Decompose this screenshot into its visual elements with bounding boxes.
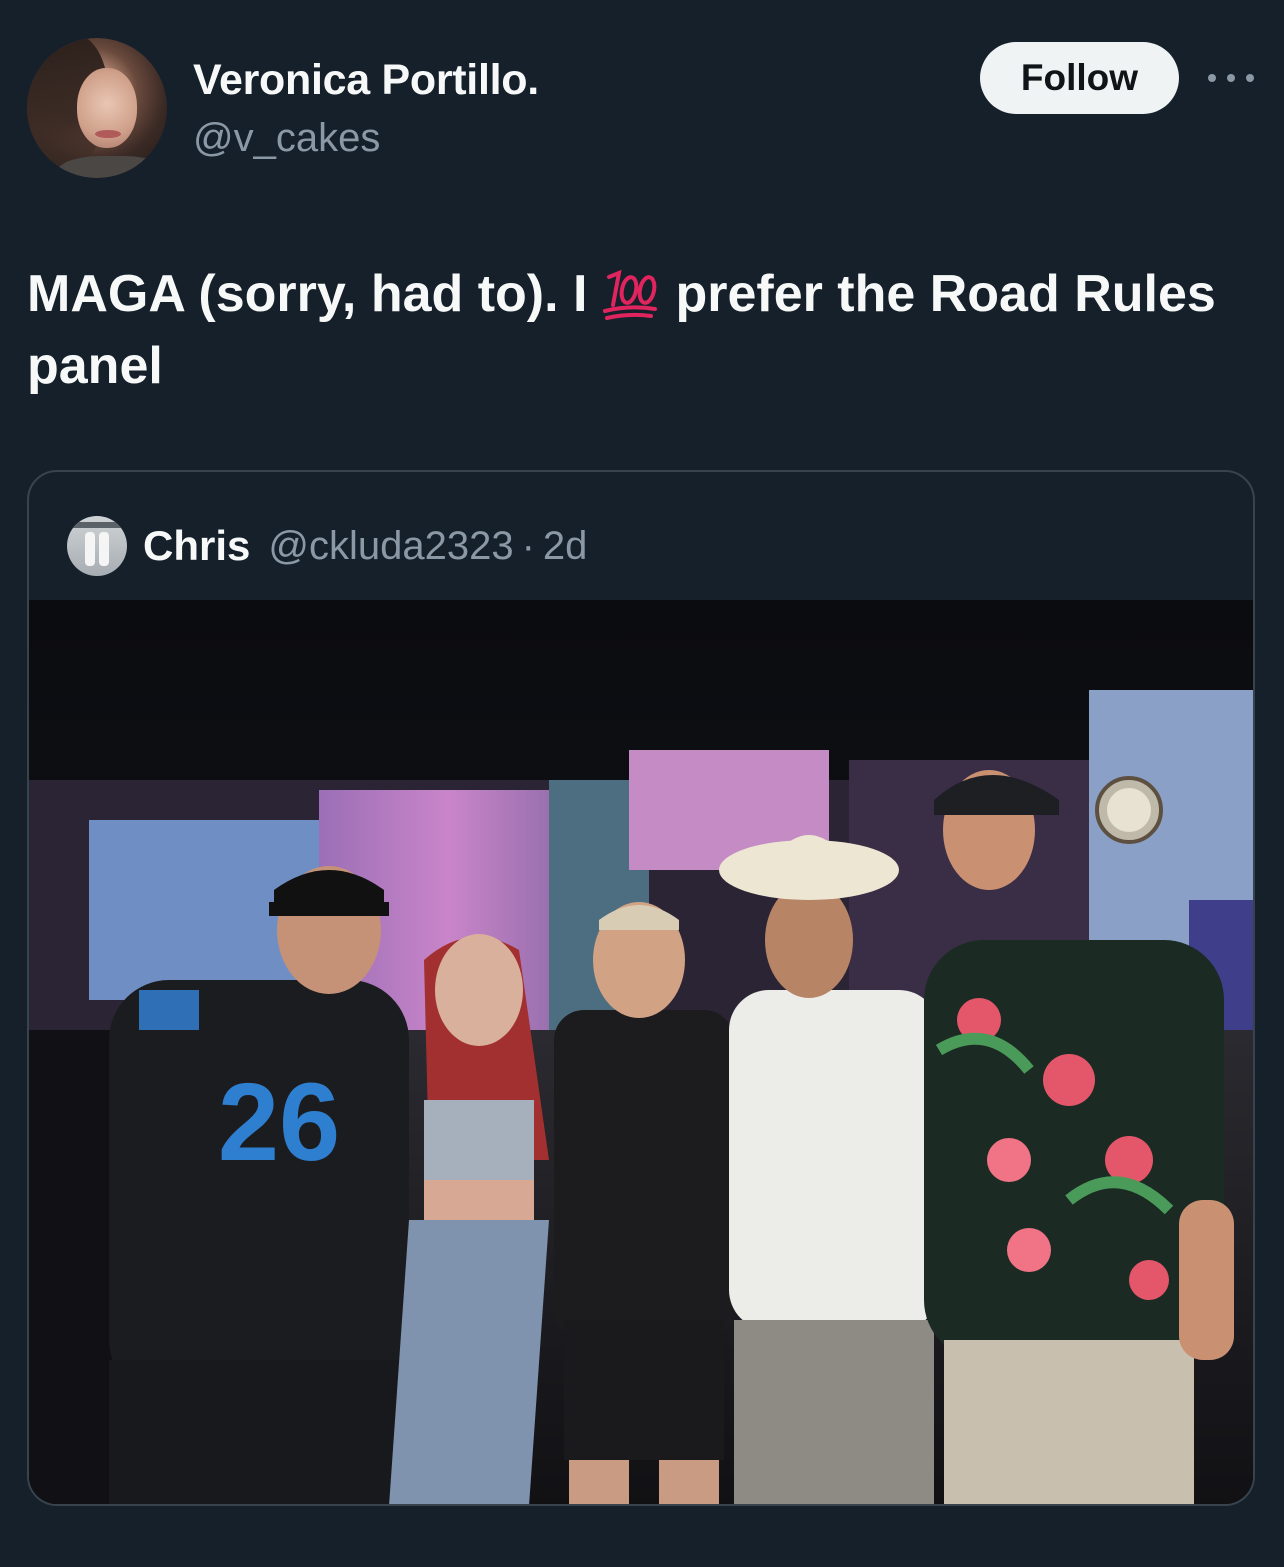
quoted-author-avatar[interactable] [67, 516, 127, 576]
author-handle[interactable]: @v_cakes [193, 116, 380, 161]
quoted-author-handle[interactable]: @ckluda2323 [268, 524, 513, 569]
hundred-points-emoji-icon [599, 265, 659, 321]
quoted-separator: · [521, 523, 535, 568]
quoted-tweet-card[interactable]: Chris @ckluda2323 · 2d 26 [27, 470, 1255, 1506]
more-options-icon[interactable] [1208, 60, 1254, 96]
quoted-timestamp[interactable]: 2d [543, 524, 588, 569]
tweet-text: MAGA (sorry, had to). I prefer the Road … [27, 258, 1257, 402]
quoted-tweet-header: Chris @ckluda2323 · 2d [67, 516, 587, 576]
jersey-number: 26 [218, 1061, 340, 1184]
quoted-author-name[interactable]: Chris [143, 522, 250, 570]
author-avatar[interactable] [27, 38, 167, 178]
tweet-header: Veronica Portillo. @v_cakes Follow [0, 0, 1284, 200]
tweet-text-part-1: MAGA (sorry, had to). I [27, 265, 588, 323]
author-display-name[interactable]: Veronica Portillo. [193, 56, 539, 105]
quoted-tweet-photo[interactable]: 26 [29, 600, 1253, 1504]
follow-button[interactable]: Follow [980, 42, 1179, 114]
